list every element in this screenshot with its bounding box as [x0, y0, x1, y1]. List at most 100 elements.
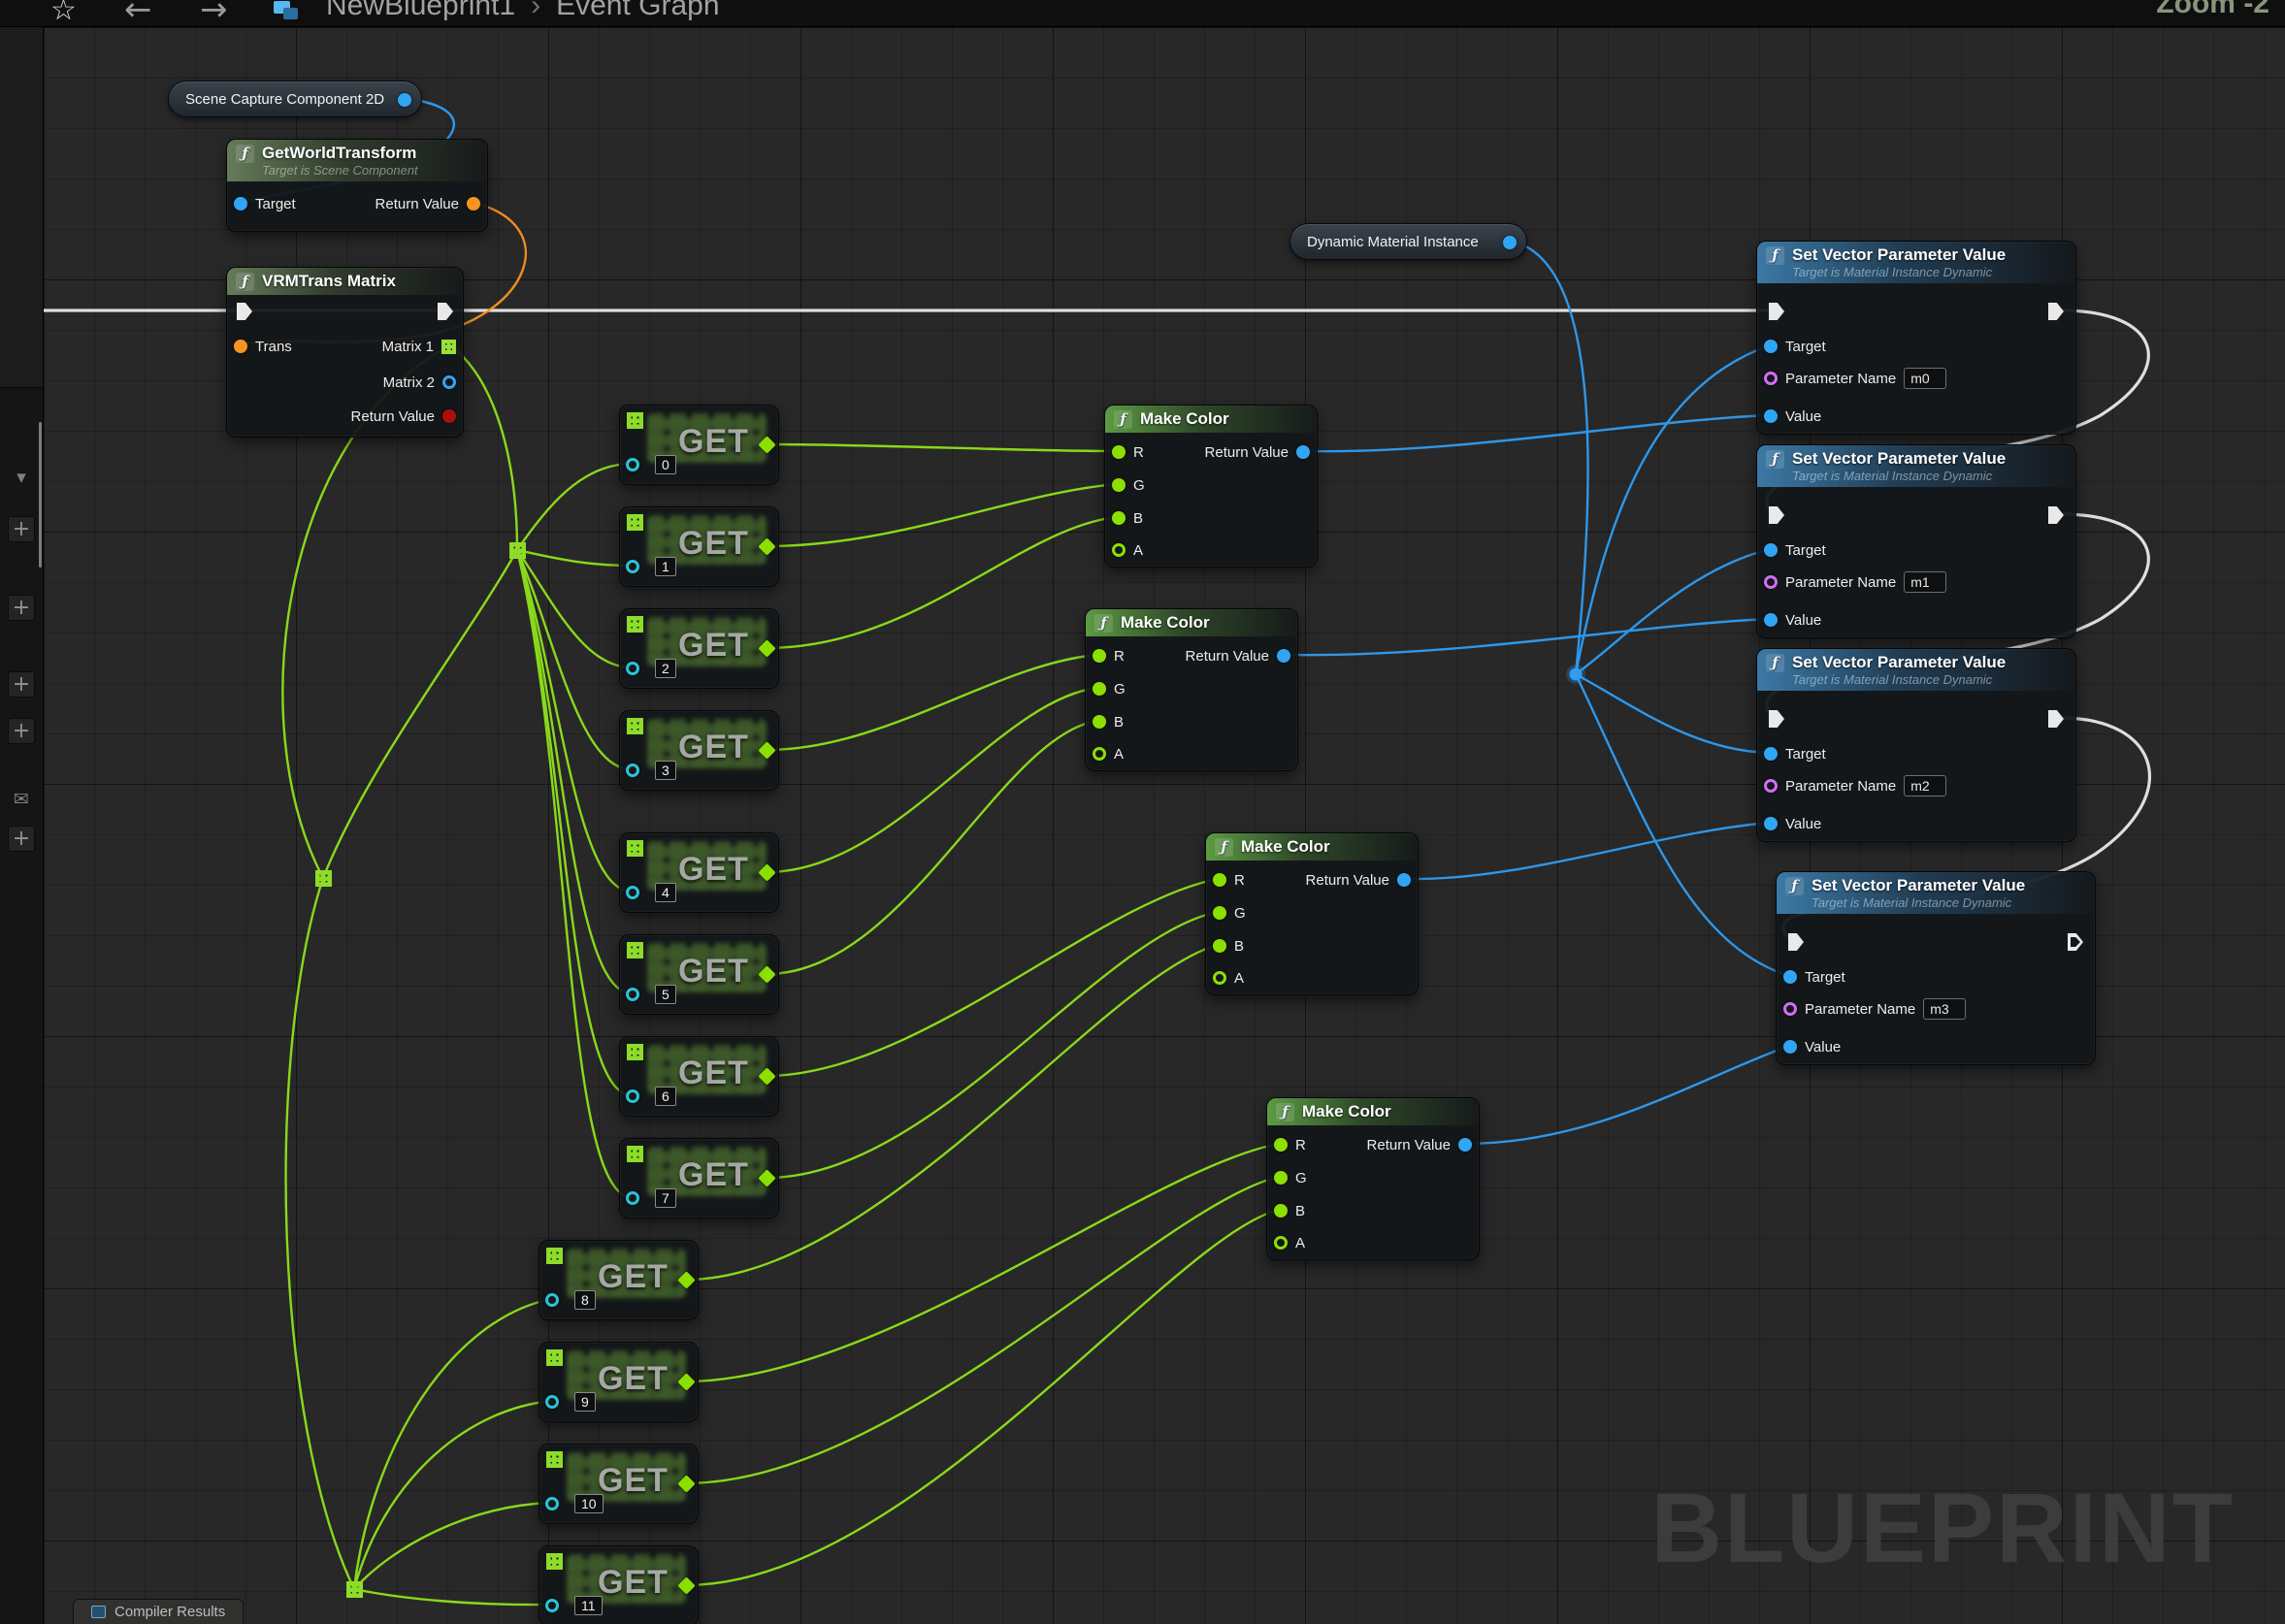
event-graph-canvas[interactable]: BLUEPRINT	[44, 27, 2285, 1624]
exec-in-pin[interactable]	[1769, 303, 1784, 320]
add-button[interactable]: +	[8, 671, 35, 698]
array-input-pin[interactable]	[626, 1191, 639, 1205]
array-get-node-2[interactable]: GET 2	[619, 608, 779, 689]
array-index-field[interactable]: 8	[574, 1290, 596, 1310]
value-input-pin[interactable]	[1783, 1040, 1797, 1054]
array-get-node-8[interactable]: GET 8	[539, 1240, 699, 1320]
exec-out-pin[interactable]	[2068, 933, 2083, 951]
exec-out-pin[interactable]	[2048, 506, 2064, 524]
array-input-pin[interactable]	[545, 1497, 559, 1510]
array-get-node-6[interactable]: GET 6	[619, 1036, 779, 1117]
array-get-node-5[interactable]: GET 5	[619, 934, 779, 1015]
array-get-node-9[interactable]: GET 9	[539, 1342, 699, 1422]
return-value-output-pin[interactable]	[467, 197, 480, 211]
array-input-pin[interactable]	[626, 886, 639, 899]
sidebar-scrollbar[interactable]	[39, 422, 42, 568]
array-input-pin[interactable]	[545, 1293, 559, 1307]
b-input-pin[interactable]	[1274, 1204, 1288, 1218]
target-input-pin[interactable]	[1764, 747, 1778, 761]
array-get-node-1[interactable]: GET 1	[619, 506, 779, 587]
r-input-pin[interactable]	[1213, 873, 1226, 887]
array-input-pin[interactable]	[626, 988, 639, 1001]
a-input-pin[interactable]	[1112, 543, 1126, 557]
g-input-pin[interactable]	[1093, 682, 1106, 696]
variable-node-scene-capture[interactable]: Scene Capture Component 2D	[168, 81, 422, 117]
target-input-pin[interactable]	[1764, 543, 1778, 557]
variable-output-pin[interactable]	[1503, 236, 1517, 249]
forward-arrow-icon[interactable]: →	[200, 0, 228, 27]
array-index-field[interactable]: 0	[655, 455, 676, 474]
variable-node-dynamic-material[interactable]: Dynamic Material Instance	[1289, 223, 1527, 260]
a-input-pin[interactable]	[1213, 971, 1226, 985]
breadcrumb-root[interactable]: NewBlueprint1	[326, 0, 515, 22]
node-make-color-1[interactable]: ƒMake Color R Return Value G B A	[1104, 405, 1318, 568]
array-get-node-7[interactable]: GET 7	[619, 1138, 779, 1218]
a-input-pin[interactable]	[1274, 1236, 1288, 1250]
green-reroute-node[interactable]	[315, 870, 332, 887]
add-button[interactable]: +	[8, 516, 35, 542]
array-input-pin[interactable]	[626, 458, 639, 471]
favorite-star-icon[interactable]: ☆	[50, 0, 77, 27]
return-value-output-pin[interactable]	[1397, 873, 1411, 887]
blue-reroute-node[interactable]	[1570, 668, 1583, 681]
b-input-pin[interactable]	[1093, 715, 1106, 729]
array-input-pin[interactable]	[545, 1599, 559, 1612]
array-index-field[interactable]: 2	[655, 659, 676, 678]
r-input-pin[interactable]	[1274, 1138, 1288, 1152]
array-index-field[interactable]: 3	[655, 761, 676, 780]
return-value-output-pin[interactable]	[1296, 445, 1310, 459]
array-input-pin[interactable]	[626, 662, 639, 675]
matrix1-array-output-pin[interactable]	[441, 340, 456, 354]
target-input-pin[interactable]	[234, 197, 247, 211]
parameter-name-field[interactable]	[1904, 775, 1946, 796]
parameter-name-input-pin[interactable]	[1764, 575, 1778, 589]
back-arrow-icon[interactable]: ←	[124, 0, 152, 27]
array-index-field[interactable]: 1	[655, 557, 676, 576]
array-get-node-10[interactable]: GET 10	[539, 1444, 699, 1524]
parameter-name-field[interactable]	[1904, 571, 1946, 593]
exec-out-pin[interactable]	[438, 303, 453, 320]
parameter-name-field[interactable]	[1904, 368, 1946, 389]
array-input-pin[interactable]	[626, 560, 639, 573]
array-get-node-3[interactable]: GET 3	[619, 710, 779, 791]
green-reroute-node[interactable]	[509, 542, 526, 559]
node-make-color-2[interactable]: ƒMake Color R Return Value G B A	[1085, 608, 1298, 771]
target-input-pin[interactable]	[1783, 970, 1797, 984]
array-index-field[interactable]: 9	[574, 1392, 596, 1412]
array-index-field[interactable]: 11	[574, 1596, 603, 1615]
g-input-pin[interactable]	[1274, 1171, 1288, 1185]
array-input-pin[interactable]	[545, 1395, 559, 1409]
node-set-vector-parameter-2[interactable]: ƒSet Vector Parameter Value Target is Ma…	[1756, 648, 2076, 842]
exec-in-pin[interactable]	[1769, 506, 1784, 524]
node-set-vector-parameter-0[interactable]: ƒSet Vector Parameter Value Target is Ma…	[1756, 241, 2076, 435]
return-value-output-pin[interactable]	[442, 409, 456, 423]
array-get-node-11[interactable]: GET 11	[539, 1545, 699, 1624]
b-input-pin[interactable]	[1112, 511, 1126, 525]
return-value-output-pin[interactable]	[1458, 1138, 1472, 1152]
array-get-node-4[interactable]: GET 4	[619, 832, 779, 913]
parameter-name-input-pin[interactable]	[1783, 1002, 1797, 1016]
array-get-node-0[interactable]: GET 0	[619, 405, 779, 485]
green-reroute-node[interactable]	[346, 1581, 363, 1598]
variable-output-pin[interactable]	[398, 93, 411, 107]
g-input-pin[interactable]	[1213, 906, 1226, 920]
array-index-field[interactable]: 10	[574, 1494, 604, 1513]
add-button[interactable]: +	[8, 718, 35, 744]
return-value-output-pin[interactable]	[1277, 649, 1290, 663]
array-index-field[interactable]: 7	[655, 1188, 676, 1208]
g-input-pin[interactable]	[1112, 478, 1126, 492]
add-button[interactable]: +	[8, 595, 35, 621]
exec-in-pin[interactable]	[1788, 933, 1804, 951]
collapse-caret-icon[interactable]: ▾	[8, 464, 35, 490]
array-input-pin[interactable]	[626, 763, 639, 777]
r-input-pin[interactable]	[1093, 649, 1106, 663]
value-input-pin[interactable]	[1764, 409, 1778, 423]
parameter-name-field[interactable]	[1923, 998, 1966, 1020]
exec-in-pin[interactable]	[1769, 710, 1784, 728]
node-set-vector-parameter-1[interactable]: ƒSet Vector Parameter Value Target is Ma…	[1756, 444, 2076, 638]
value-input-pin[interactable]	[1764, 817, 1778, 830]
node-vrmtrans-matrix[interactable]: ƒVRMTrans Matrix Trans Matrix 1 Matrix 2…	[226, 267, 464, 438]
r-input-pin[interactable]	[1112, 445, 1126, 459]
parameter-name-input-pin[interactable]	[1764, 779, 1778, 793]
node-make-color-4[interactable]: ƒMake Color R Return Value G B A	[1266, 1097, 1480, 1260]
